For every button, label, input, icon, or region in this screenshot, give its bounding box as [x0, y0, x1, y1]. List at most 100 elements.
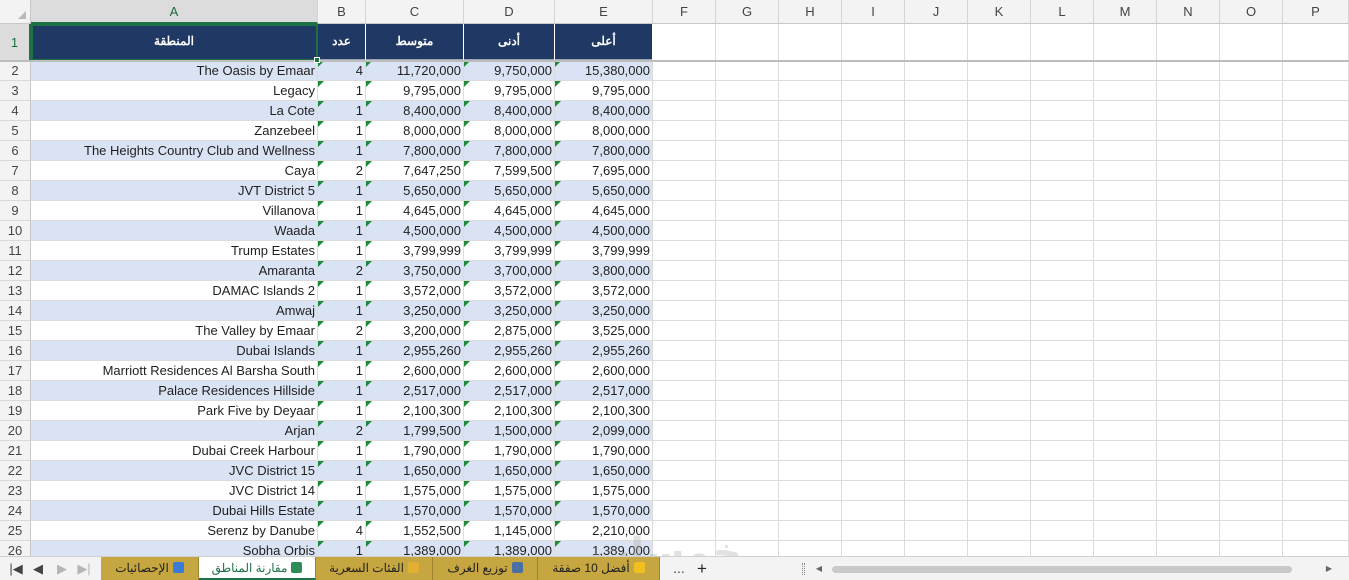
- sheet-tab-5[interactable]: أفضل 10 صفقة: [538, 557, 660, 580]
- cell-min[interactable]: 1,650,000: [464, 461, 555, 481]
- cell-max[interactable]: 1,570,000: [555, 501, 653, 521]
- empty-cell[interactable]: [842, 261, 905, 281]
- cell-count[interactable]: 1: [318, 181, 366, 201]
- cell-average[interactable]: 7,647,250: [366, 161, 464, 181]
- cell-average[interactable]: 9,795,000: [366, 81, 464, 101]
- empty-cell[interactable]: [1283, 361, 1349, 381]
- empty-cell[interactable]: [716, 441, 779, 461]
- header-cell-count[interactable]: عدد: [318, 24, 366, 61]
- row-header-8[interactable]: 8: [0, 181, 31, 201]
- empty-cell[interactable]: [1220, 521, 1283, 541]
- empty-cell[interactable]: [1283, 181, 1349, 201]
- empty-cell[interactable]: [1031, 181, 1094, 201]
- empty-cell[interactable]: [653, 341, 716, 361]
- empty-cell[interactable]: [842, 101, 905, 121]
- empty-cell[interactable]: [842, 81, 905, 101]
- cell-min[interactable]: 1,570,000: [464, 501, 555, 521]
- empty-cell[interactable]: [905, 81, 968, 101]
- empty-cell[interactable]: [968, 221, 1031, 241]
- empty-cell[interactable]: [842, 461, 905, 481]
- empty-cell[interactable]: [716, 221, 779, 241]
- empty-cell[interactable]: [779, 201, 842, 221]
- cell-min[interactable]: 5,650,000: [464, 181, 555, 201]
- row-header-11[interactable]: 11: [0, 241, 31, 261]
- cell-average[interactable]: 5,650,000: [366, 181, 464, 201]
- empty-cell[interactable]: [1094, 81, 1157, 101]
- empty-cell[interactable]: [716, 161, 779, 181]
- row-header-6[interactable]: 6: [0, 141, 31, 161]
- cell-count[interactable]: 4: [318, 61, 366, 81]
- empty-cell[interactable]: [968, 81, 1031, 101]
- empty-cell[interactable]: [1031, 541, 1094, 556]
- empty-cell[interactable]: [1283, 341, 1349, 361]
- empty-cell[interactable]: [653, 361, 716, 381]
- empty-cell[interactable]: [1031, 24, 1094, 61]
- column-header-c[interactable]: C: [366, 0, 464, 24]
- empty-cell[interactable]: [716, 381, 779, 401]
- header-cell-average[interactable]: متوسط: [366, 24, 464, 61]
- empty-cell[interactable]: [716, 321, 779, 341]
- cell-min[interactable]: 1,575,000: [464, 481, 555, 501]
- empty-cell[interactable]: [842, 181, 905, 201]
- empty-cell[interactable]: [905, 181, 968, 201]
- empty-cell[interactable]: [1220, 301, 1283, 321]
- empty-cell[interactable]: [968, 521, 1031, 541]
- empty-cell[interactable]: [716, 261, 779, 281]
- empty-cell[interactable]: [1031, 261, 1094, 281]
- cell-min[interactable]: 2,517,000: [464, 381, 555, 401]
- sheet-tab-1[interactable]: الإحصائيات: [101, 557, 199, 580]
- column-header-d[interactable]: D: [464, 0, 555, 24]
- empty-cell[interactable]: [968, 24, 1031, 61]
- empty-cell[interactable]: [653, 281, 716, 301]
- empty-cell[interactable]: [905, 361, 968, 381]
- empty-cell[interactable]: [1094, 281, 1157, 301]
- empty-cell[interactable]: [1094, 161, 1157, 181]
- empty-cell[interactable]: [716, 61, 779, 81]
- cell-average[interactable]: 1,650,000: [366, 461, 464, 481]
- cell-average[interactable]: 11,720,000: [366, 61, 464, 81]
- row-header-2[interactable]: 2: [0, 61, 31, 81]
- cell-region[interactable]: Serenz by Danube: [31, 521, 318, 541]
- empty-cell[interactable]: [968, 361, 1031, 381]
- cell-count[interactable]: 2: [318, 421, 366, 441]
- cell-region[interactable]: Amwaj: [31, 301, 318, 321]
- column-header-a[interactable]: A: [31, 0, 318, 24]
- row-header-17[interactable]: 17: [0, 361, 31, 381]
- empty-cell[interactable]: [968, 441, 1031, 461]
- empty-cell[interactable]: [905, 301, 968, 321]
- row-header-26[interactable]: 26: [0, 541, 31, 556]
- empty-cell[interactable]: [1157, 141, 1220, 161]
- column-header-n[interactable]: N: [1157, 0, 1220, 24]
- row-header-18[interactable]: 18: [0, 381, 31, 401]
- cell-average[interactable]: 1,570,000: [366, 501, 464, 521]
- cell-count[interactable]: 1: [318, 401, 366, 421]
- cell-max[interactable]: 2,517,000: [555, 381, 653, 401]
- empty-cell[interactable]: [779, 221, 842, 241]
- empty-cell[interactable]: [1157, 61, 1220, 81]
- column-header-e[interactable]: E: [555, 0, 653, 24]
- empty-cell[interactable]: [653, 181, 716, 201]
- empty-cell[interactable]: [1031, 321, 1094, 341]
- empty-cell[interactable]: [968, 241, 1031, 261]
- cell-average[interactable]: 3,200,000: [366, 321, 464, 341]
- empty-cell[interactable]: [1094, 61, 1157, 81]
- empty-cell[interactable]: [653, 481, 716, 501]
- empty-cell[interactable]: [716, 141, 779, 161]
- cell-max[interactable]: 3,800,000: [555, 261, 653, 281]
- empty-cell[interactable]: [779, 141, 842, 161]
- cell-count[interactable]: 1: [318, 361, 366, 381]
- empty-cell[interactable]: [1220, 541, 1283, 556]
- empty-cell[interactable]: [653, 141, 716, 161]
- empty-cell[interactable]: [779, 401, 842, 421]
- empty-cell[interactable]: [1031, 461, 1094, 481]
- row-header-13[interactable]: 13: [0, 281, 31, 301]
- empty-cell[interactable]: [1157, 361, 1220, 381]
- empty-cell[interactable]: [968, 261, 1031, 281]
- cell-region[interactable]: Arjan: [31, 421, 318, 441]
- empty-cell[interactable]: [968, 481, 1031, 501]
- cell-region[interactable]: DAMAC Islands 2: [31, 281, 318, 301]
- empty-cell[interactable]: [1157, 161, 1220, 181]
- empty-cell[interactable]: [653, 121, 716, 141]
- empty-cell[interactable]: [1031, 441, 1094, 461]
- cell-average[interactable]: 2,100,300: [366, 401, 464, 421]
